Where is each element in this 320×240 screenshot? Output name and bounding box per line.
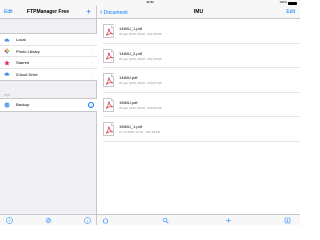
cloud-icon bbox=[4, 37, 10, 41]
sidebar: Edit FTPManager Free + Local › Photo Lib… bbox=[0, 6, 97, 225]
file-list: 14IMU_1.pdf 20 gen 2015, 00:00 - 252,18 … bbox=[97, 19, 300, 142]
pdf-file-icon bbox=[103, 73, 114, 87]
main-toolbar bbox=[97, 214, 300, 225]
sidebar-item-label: Local bbox=[16, 37, 26, 42]
section-label-ftp: FTP bbox=[4, 93, 11, 97]
list-item[interactable]: 14IMU_2.pdf 20 gen 2015, 00:00 - 252,18 … bbox=[103, 44, 300, 68]
sidebar-item-backup[interactable]: Backup i bbox=[0, 99, 97, 111]
file-meta: 20 gen 2015, 00:00 - 252,18 KB bbox=[119, 32, 162, 36]
battery-percent: 100% bbox=[279, 0, 287, 4]
pdf-file-icon bbox=[103, 24, 114, 38]
file-meta: 07 ott 2015, 12:01 - 252,18 KB bbox=[119, 130, 160, 134]
file-meta: 20 gen 2015, 00:00 - 253,20 KB bbox=[119, 105, 162, 110]
sidebar-navbar: Edit FTPManager Free + bbox=[0, 6, 96, 19]
main-edit-button[interactable]: Edit bbox=[286, 6, 295, 19]
sidebar-item-local[interactable]: Local › bbox=[0, 34, 97, 46]
list-item[interactable]: 14IMU.pdf 20 gen 2015, 00:00 - 230,07 KB bbox=[103, 68, 300, 93]
question-icon[interactable]: ? bbox=[6, 217, 13, 224]
list-item[interactable]: 15IMU.pdf 20 gen 2015, 00:00 - 253,20 KB bbox=[103, 93, 300, 117]
acrobat-icon bbox=[106, 77, 113, 85]
acrobat-icon bbox=[106, 52, 113, 60]
gear-icon[interactable] bbox=[45, 217, 52, 224]
file-name: 15IMU.pdf bbox=[119, 99, 138, 105]
main-panel: ‹ Documenti IMU Edit 14IMU_1.pdf 20 gen … bbox=[97, 6, 300, 225]
search-icon[interactable] bbox=[162, 217, 169, 224]
sidebar-item-label: Backup bbox=[16, 102, 30, 107]
file-name: 14IMU.pdf bbox=[119, 75, 138, 80]
chevron-right-icon: › bbox=[91, 60, 93, 65]
flower-icon bbox=[4, 48, 10, 54]
home-icon[interactable] bbox=[102, 217, 109, 224]
sidebar-item-label: Photo Library bbox=[16, 48, 40, 54]
svg-text:?: ? bbox=[8, 218, 11, 223]
chevron-right-icon: › bbox=[91, 37, 93, 42]
chevron-right-icon: › bbox=[91, 71, 93, 77]
sidebar-item-photo-library[interactable]: Photo Library › bbox=[0, 46, 97, 57]
acrobat-icon bbox=[106, 28, 113, 36]
file-meta: 20 gen 2015, 00:00 - 252,18 KB bbox=[119, 56, 162, 61]
list-item[interactable]: 15IMU_1.pdf 07 ott 2015, 12:01 - 252,18 … bbox=[103, 117, 300, 142]
battery-icon bbox=[288, 1, 297, 5]
chevron-right-icon: › bbox=[91, 48, 93, 54]
status-time: 14:11 bbox=[146, 0, 154, 4]
info-icon[interactable]: i bbox=[88, 101, 94, 108]
globe-icon bbox=[4, 101, 10, 108]
list-item[interactable]: 14IMU_1.pdf 20 gen 2015, 00:00 - 252,18 … bbox=[103, 19, 300, 44]
sidebar-toolbar: ? i bbox=[0, 214, 96, 225]
locations-group: Local › Photo Library › Starred › iCloud… bbox=[0, 33, 97, 81]
pdf-file-icon bbox=[103, 97, 114, 112]
download-icon[interactable] bbox=[284, 217, 291, 224]
acrobat-icon bbox=[106, 101, 113, 109]
file-name: 15IMU_1.pdf bbox=[119, 124, 142, 129]
add-button[interactable]: + bbox=[86, 6, 91, 18]
sidebar-item-label: Starred bbox=[16, 60, 30, 65]
main-navbar: ‹ Documenti IMU Edit bbox=[97, 6, 300, 19]
file-meta: 20 gen 2015, 00:00 - 230,07 KB bbox=[119, 81, 162, 85]
svg-text:i: i bbox=[87, 218, 88, 223]
sidebar-item-label: iCloud Drive bbox=[16, 71, 38, 77]
file-name: 14IMU_1.pdf bbox=[119, 26, 142, 31]
page-title: IMU bbox=[193, 9, 204, 15]
servers-group: Backup i bbox=[0, 98, 97, 112]
sidebar-item-icloud-drive[interactable]: iCloud Drive › bbox=[0, 69, 97, 81]
star-icon bbox=[4, 59, 10, 65]
pdf-file-icon bbox=[103, 122, 114, 136]
sidebar-title: FTPManager Free bbox=[27, 9, 69, 15]
sidebar-item-starred[interactable]: Starred › bbox=[0, 57, 97, 69]
acrobat-icon bbox=[106, 126, 113, 134]
info-icon[interactable]: i bbox=[84, 217, 91, 224]
pdf-file-icon bbox=[103, 48, 114, 63]
file-name: 14IMU_2.pdf bbox=[119, 50, 142, 56]
cloud-icon bbox=[4, 72, 10, 76]
plus-icon[interactable] bbox=[225, 217, 232, 224]
